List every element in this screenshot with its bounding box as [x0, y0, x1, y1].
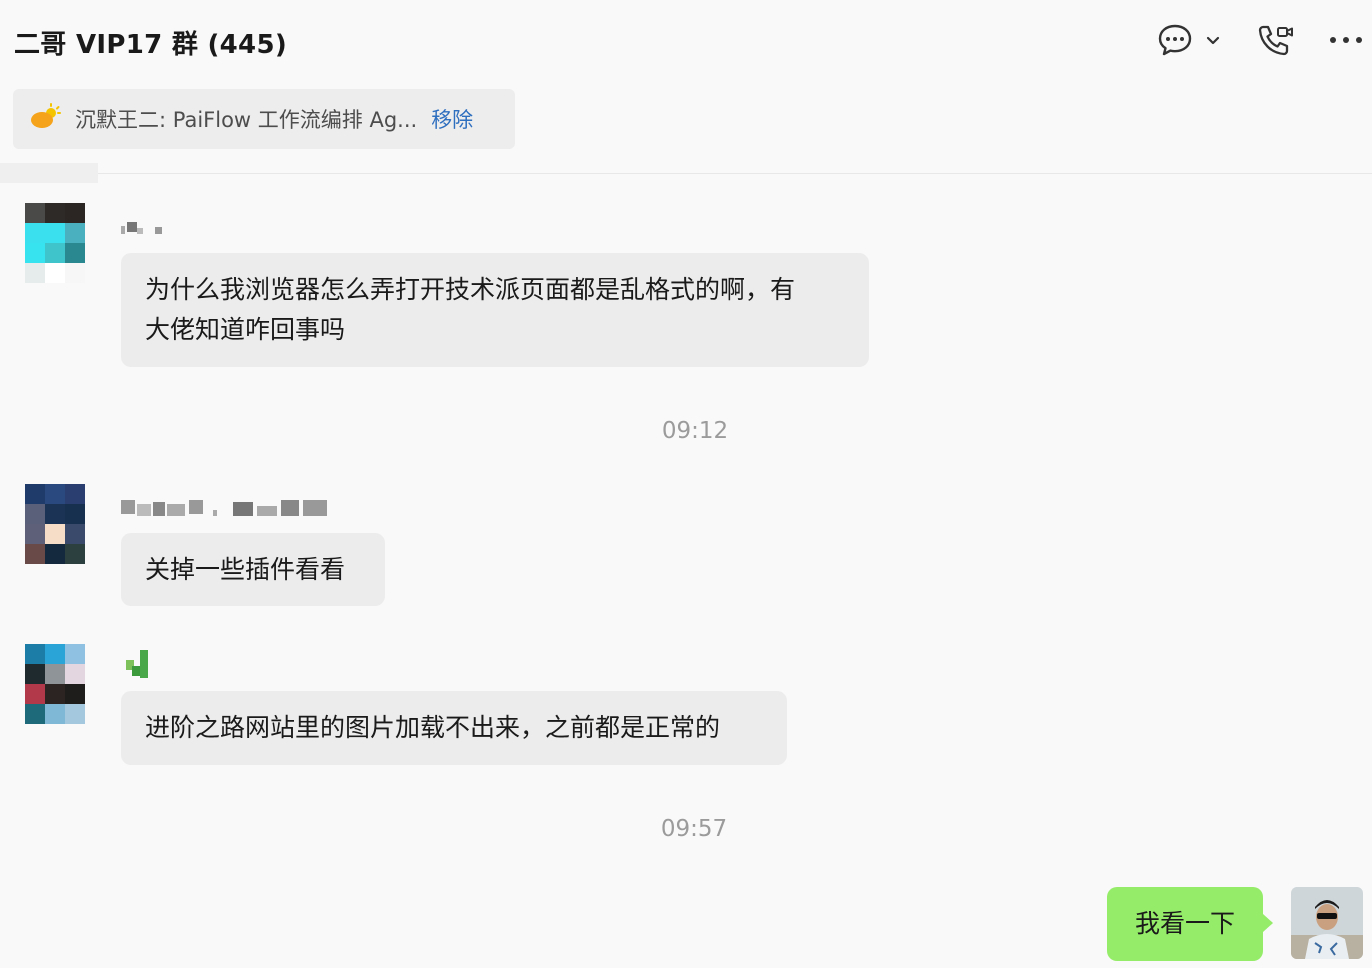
message-bubble[interactable]: 为什么我浏览器怎么弄打开技术派页面都是乱格式的啊，有 大佬知道咋回事吗	[121, 253, 869, 367]
pinned-text: 沉默王二: PaiFlow 工作流编排 Ag...	[75, 108, 418, 132]
message-bubble[interactable]: 进阶之路网站里的图片加载不出来，之前都是正常的	[121, 691, 787, 765]
remove-pin-link[interactable]: 移除	[431, 104, 473, 134]
timestamp: 09:57	[660, 816, 728, 842]
message-text: 关掉一些插件看看	[145, 555, 346, 584]
tab-marker	[0, 163, 98, 183]
chat-title: 二哥 VIP17 群 (445)	[14, 30, 288, 60]
sender-name-blurred	[121, 220, 167, 240]
call-icon[interactable]	[1256, 22, 1296, 62]
message-text: 大佬知道咋回事吗	[145, 315, 346, 344]
chevron-down-icon[interactable]	[1204, 32, 1222, 54]
chat-header: 二哥 VIP17 群 (445)	[0, 0, 1372, 84]
my-avatar[interactable]	[1291, 887, 1363, 959]
timestamp: 09:12	[661, 418, 729, 444]
avatar[interactable]	[25, 484, 85, 564]
my-message-bubble[interactable]: 我看一下	[1107, 887, 1273, 961]
avatar[interactable]	[25, 203, 85, 283]
message-text: 为什么我浏览器怎么弄打开技术派页面都是乱格式的啊，有	[145, 275, 796, 304]
more-icon[interactable]	[1328, 30, 1364, 54]
message-text: 进阶之路网站里的图片加载不出来，之前都是正常的	[145, 713, 721, 742]
message-bubble[interactable]: 关掉一些插件看看	[121, 533, 385, 606]
sender-name-blurred	[124, 648, 150, 678]
divider	[98, 173, 1372, 174]
sender-name-blurred	[121, 496, 331, 516]
pinned-message[interactable]: 沉默王二: PaiFlow 工作流编排 Ag... 移除	[13, 89, 515, 149]
message-text: 我看一下	[1134, 909, 1235, 938]
weather-sun-cloud-icon	[29, 103, 61, 135]
chat-bubble-icon[interactable]	[1157, 22, 1193, 62]
avatar[interactable]	[25, 644, 85, 724]
